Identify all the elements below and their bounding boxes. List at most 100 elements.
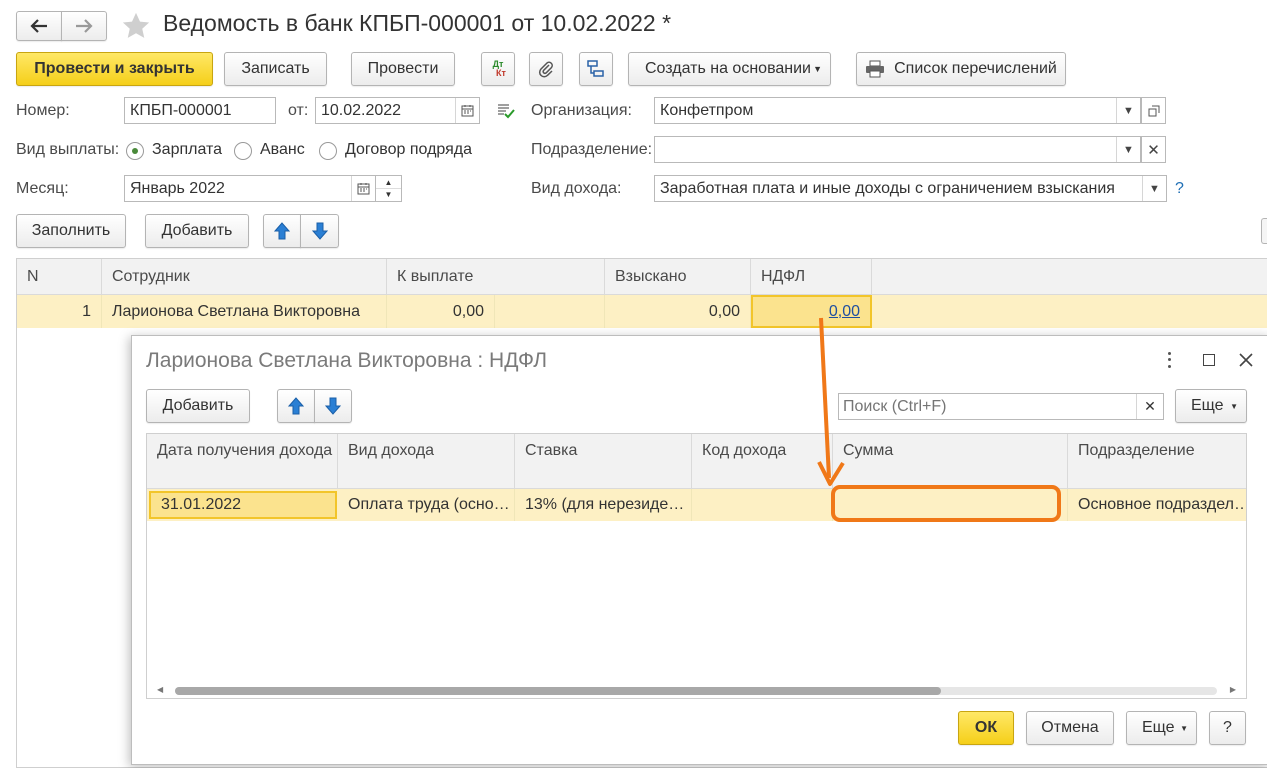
table-row[interactable]: 31.01.2022 Оплата труда (осно… 13% (для … [147, 489, 1246, 521]
post-and-close-button[interactable]: Провести и закрыть [16, 52, 213, 86]
dropdown-arrow-icon: ▼ [1180, 723, 1188, 733]
col-employee[interactable]: Сотрудник [102, 259, 387, 294]
fill-button[interactable]: Заполнить [16, 214, 126, 248]
col-n[interactable]: N [17, 259, 102, 294]
cancel-button[interactable]: Отмена [1026, 711, 1114, 745]
row-sum[interactable] [833, 489, 1068, 521]
ndfl-link[interactable]: 0,00 [829, 303, 860, 321]
forward-button[interactable] [61, 11, 107, 41]
post-button[interactable]: Провести [351, 52, 455, 86]
move-up-button[interactable] [263, 214, 301, 248]
close-icon[interactable] [1239, 353, 1253, 367]
stepper-down-icon[interactable]: ▼ [376, 189, 401, 201]
date-field[interactable]: 10.02.2022 [315, 97, 480, 124]
ndfl-dialog: Ларионова Светлана Викторовна : НДФЛ Доб… [131, 335, 1267, 765]
add-button[interactable]: Добавить [145, 214, 249, 248]
arrow-left-icon [30, 19, 47, 33]
scrollbar-track[interactable] [175, 687, 1217, 695]
division-dropdown[interactable]: ▼ [1116, 137, 1140, 162]
number-field[interactable]: КПБП-000001 [124, 97, 276, 124]
row-n: 1 [17, 295, 102, 328]
radio-contract[interactable] [319, 142, 337, 160]
division-field[interactable]: ▼ [654, 136, 1141, 163]
col-rate[interactable]: Ставка [515, 434, 692, 488]
col-ndfl[interactable]: НДФЛ [751, 259, 872, 294]
scrollbar-thumb[interactable] [175, 687, 941, 695]
row-income-code [692, 489, 833, 521]
organization-field[interactable]: Конфетпром ▼ [654, 97, 1141, 124]
col-income-type[interactable]: Вид дохода [338, 434, 515, 488]
row-income-type: Оплата труда (осно… [338, 489, 515, 521]
dropdown-arrow-icon: ▼ [1230, 401, 1238, 411]
ok-button[interactable]: ОК [958, 711, 1014, 745]
table-row[interactable]: 1 Ларионова Светлана Викторовна 0,00 0,0… [17, 295, 1267, 328]
search-input[interactable]: ✕ [838, 393, 1164, 420]
col-to-pay[interactable]: К выплате [387, 259, 605, 294]
maximize-icon[interactable] [1203, 354, 1215, 366]
dialog-move-down-button[interactable] [314, 389, 352, 423]
arrow-up-icon [274, 222, 290, 240]
back-button[interactable] [16, 11, 62, 41]
col-income-code[interactable]: Код дохода [692, 434, 833, 488]
dialog-table: Дата получения дохода Вид дохода Ставка … [146, 433, 1247, 699]
month-field[interactable]: Январь 2022 [124, 175, 376, 202]
printer-icon [866, 60, 885, 78]
radio-salary[interactable] [126, 142, 144, 160]
income-type-dropdown[interactable]: ▼ [1142, 176, 1166, 201]
month-stepper[interactable]: ▲ ▼ [376, 175, 402, 202]
favorite-star-icon[interactable] [120, 11, 152, 41]
dt-kt-icon: Дт Кт [492, 59, 506, 78]
horizontal-scrollbar[interactable]: ◀ ▶ [147, 682, 1246, 698]
save-button[interactable]: Записать [224, 52, 327, 86]
dialog-menu-icon[interactable] [1162, 350, 1176, 370]
move-down-button[interactable] [300, 214, 339, 248]
col-income-date[interactable]: Дата получения дохода [147, 434, 338, 488]
stepper-up-icon[interactable]: ▲ [376, 176, 401, 189]
col-sum[interactable]: Сумма [833, 434, 1068, 488]
radio-contract-label[interactable]: Договор подряда [345, 141, 472, 159]
dialog-move-up-button[interactable] [277, 389, 315, 423]
income-type-field[interactable]: Заработная плата и иные доходы с огранич… [654, 175, 1167, 202]
radio-salary-label[interactable]: Зарплата [152, 141, 222, 159]
arrow-up-icon [288, 397, 304, 415]
transfer-list-button[interactable]: Список перечислений [856, 52, 1066, 86]
arrow-down-icon [311, 222, 328, 240]
date-label: от: [288, 102, 309, 119]
arrow-right-icon [76, 19, 93, 33]
paperclip-icon [538, 61, 553, 78]
col-division[interactable]: Подразделение [1068, 434, 1246, 488]
dialog-more-button[interactable]: Еще ▼ [1175, 389, 1247, 423]
clear-division-button[interactable]: ✕ [1141, 136, 1166, 163]
row-to-pay: 0,00 [387, 295, 495, 328]
open-window-icon [1148, 105, 1159, 116]
income-type-label: Вид дохода: [531, 180, 622, 197]
row-withheld: 0,00 [605, 295, 751, 328]
search-field[interactable] [839, 394, 1135, 419]
attachment-button[interactable] [529, 52, 563, 86]
clear-search-icon[interactable]: ✕ [1136, 394, 1163, 419]
organization-label: Организация: [531, 102, 632, 119]
radio-advance-label[interactable]: Аванс [260, 141, 305, 159]
scroll-right-icon[interactable]: ▶ [1230, 685, 1236, 694]
dt-kt-button[interactable]: Дт Кт [481, 52, 515, 86]
footer-more-button[interactable]: Еще ▼ [1126, 711, 1197, 745]
dialog-add-button[interactable]: Добавить [146, 389, 250, 423]
help-button[interactable]: ? [1209, 711, 1246, 745]
organization-dropdown[interactable]: ▼ [1116, 98, 1140, 123]
row-blank [495, 295, 605, 328]
row-income-date[interactable]: 31.01.2022 [149, 491, 337, 519]
col-withheld[interactable]: Взыскано [605, 259, 751, 294]
posted-check-icon [498, 104, 515, 119]
row-ndfl[interactable]: 0,00 [751, 295, 872, 328]
create-based-on-button[interactable]: Создать на основании ▼ [628, 52, 831, 86]
month-calendar-button[interactable] [351, 176, 375, 201]
row-rate: 13% (для нерезиде… [515, 489, 692, 521]
dialog-title: Ларионова Светлана Викторовна : НДФЛ [146, 349, 548, 372]
open-organization-button[interactable] [1141, 97, 1166, 124]
radio-advance[interactable] [234, 142, 252, 160]
scroll-left-icon[interactable]: ◀ [157, 685, 163, 694]
page-title: Ведомость в банк КПБП-000001 от 10.02.20… [163, 10, 672, 36]
help-link[interactable]: ? [1175, 180, 1184, 198]
structure-button[interactable] [579, 52, 613, 86]
calendar-button[interactable] [455, 98, 479, 123]
